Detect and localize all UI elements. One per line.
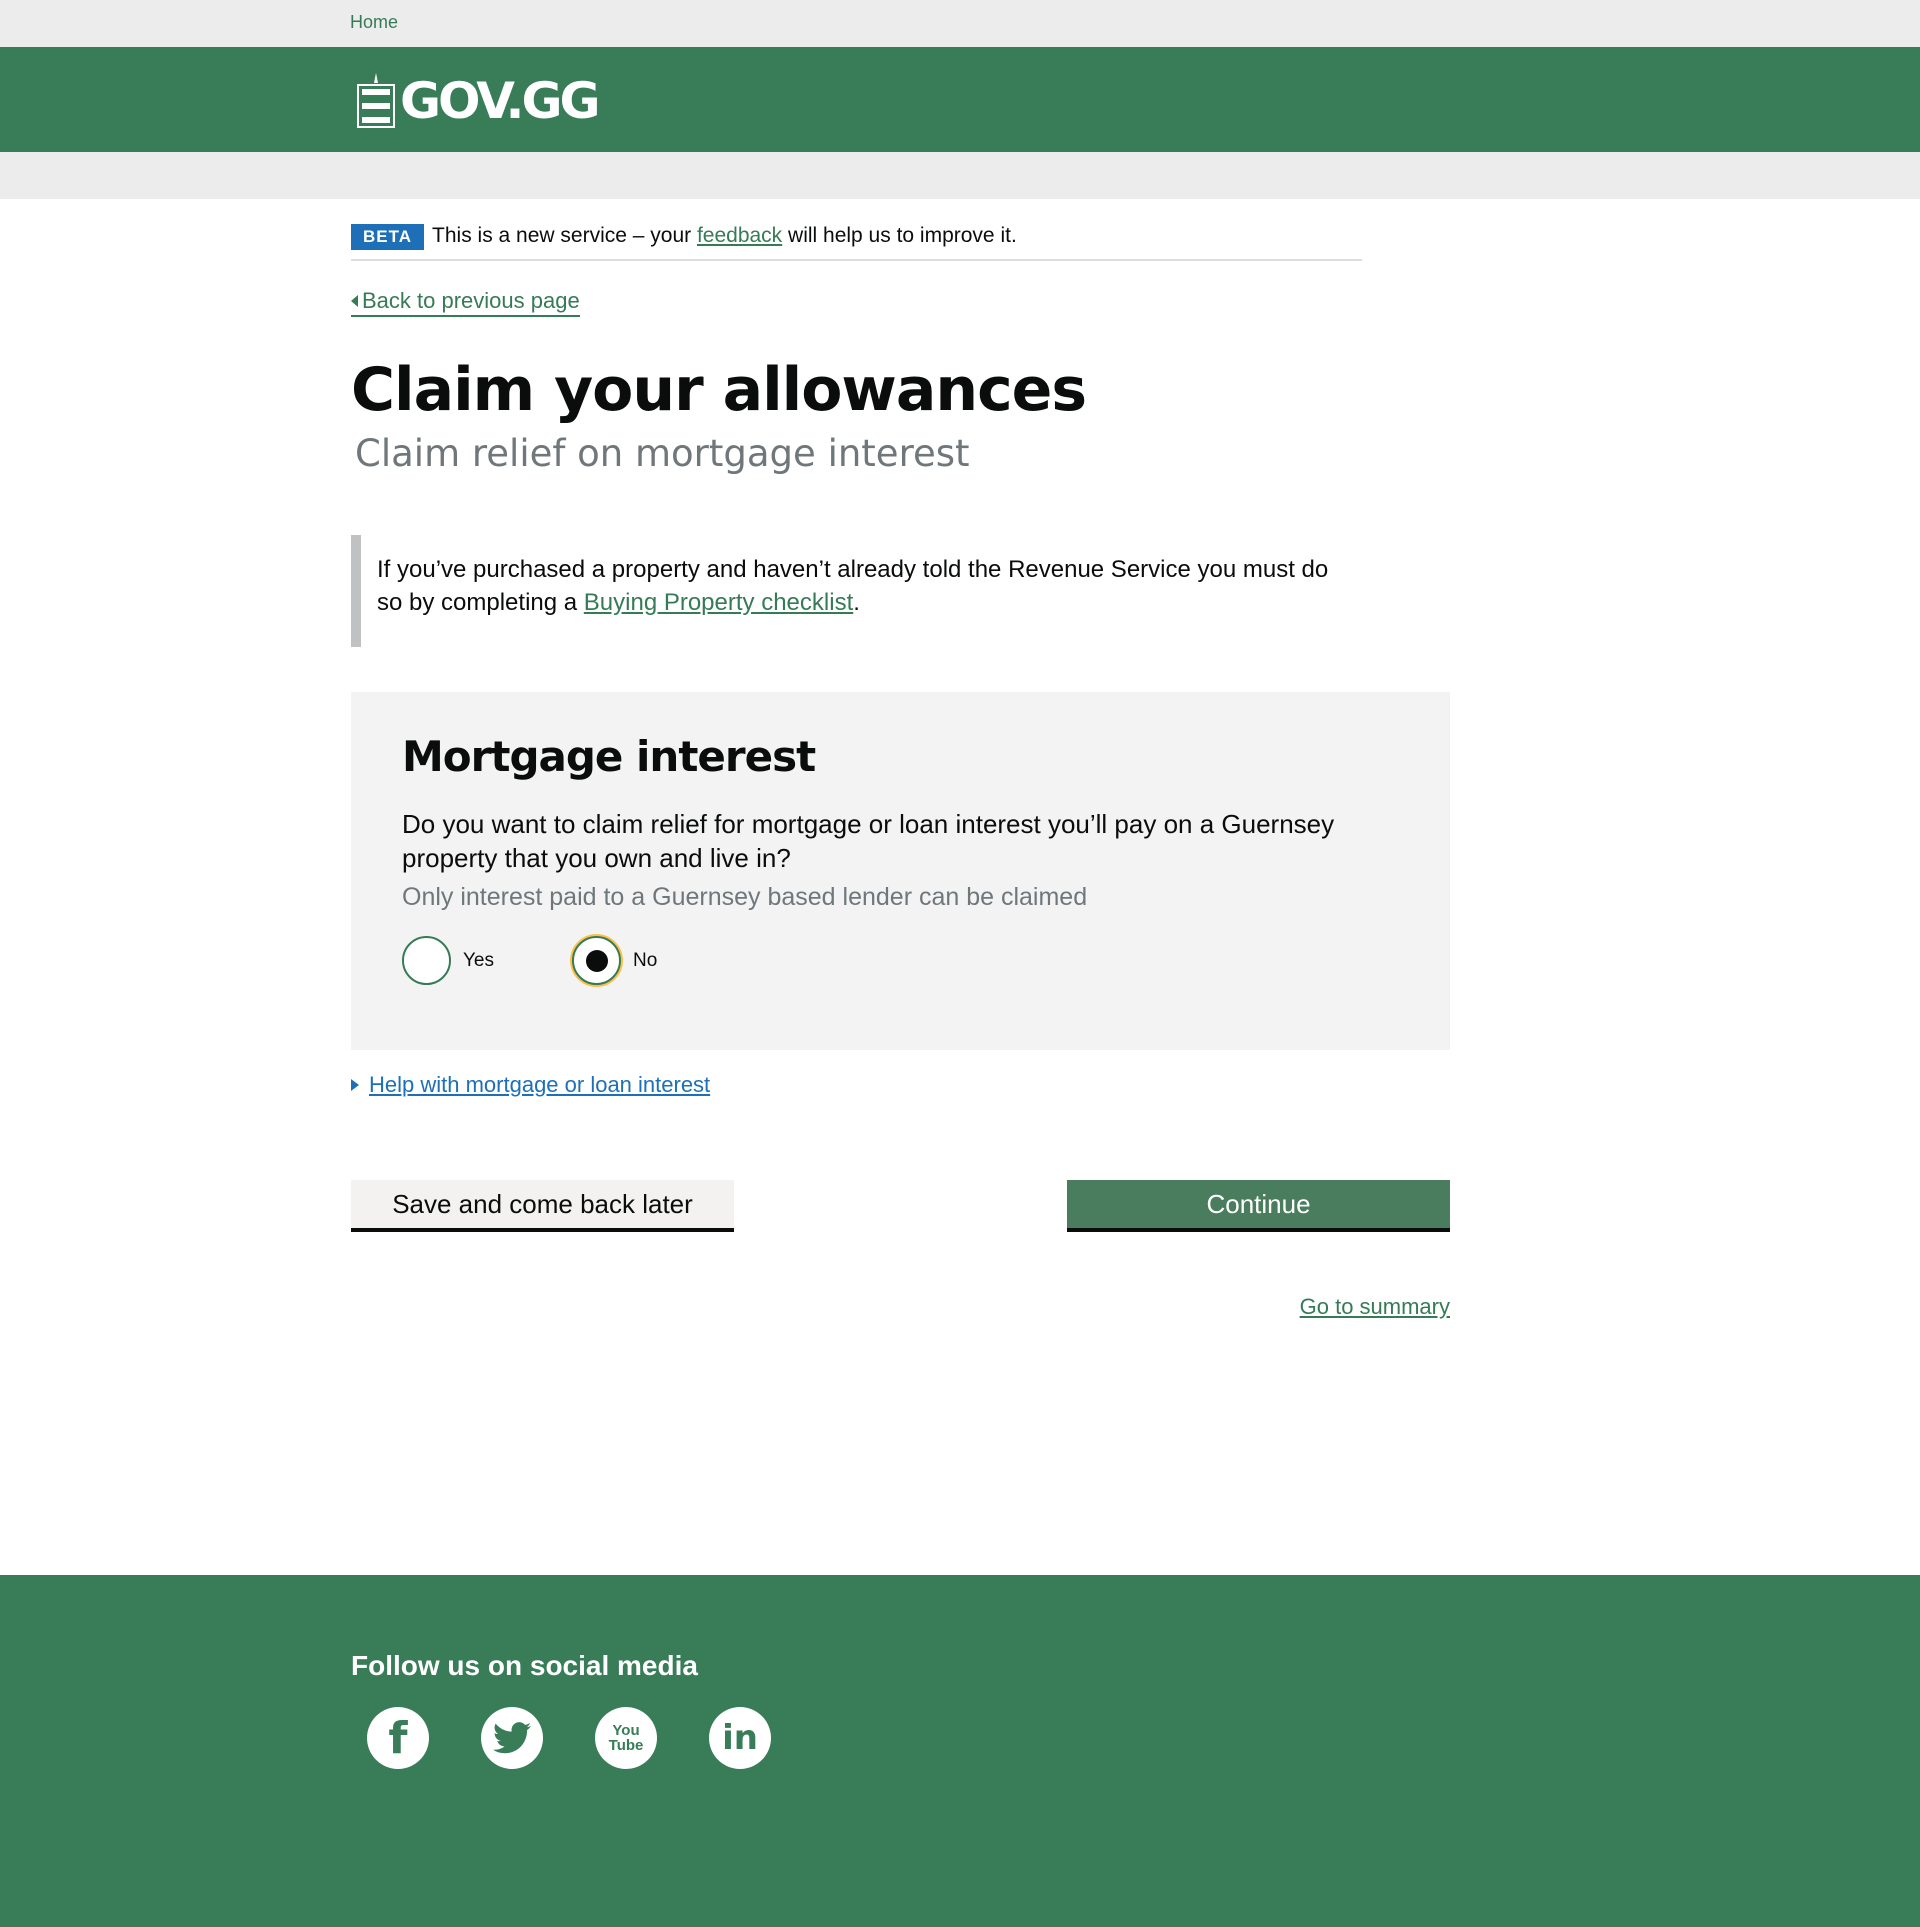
- beta-tag: BETA: [351, 224, 425, 250]
- beta-text-end: will help us to improve it.: [782, 224, 1017, 247]
- question-text: Do you want to claim relief for mortgage…: [402, 809, 1335, 873]
- beta-message: This is a new service – your feedback wi…: [432, 224, 1017, 248]
- top-bar: Home: [0, 0, 1920, 47]
- buying-property-checklist-link[interactable]: Buying Property checklist: [584, 589, 853, 616]
- twitter-bird: [493, 1722, 531, 1754]
- gov-gg-logo[interactable]: GOV.GG: [356, 72, 601, 130]
- logo-text: GOV.GG: [400, 72, 601, 130]
- beta-text: This is a new service – your: [432, 224, 697, 247]
- inset-text: If you’ve purchased a property and haven…: [351, 535, 1351, 647]
- page-subtitle: Claim relief on mortgage interest: [355, 432, 970, 475]
- back-link-label: Back to previous page: [362, 288, 580, 313]
- twitter-icon[interactable]: 🐦: [481, 1707, 543, 1769]
- facebook-icon[interactable]: f: [367, 1707, 429, 1769]
- linkedin-glyph: in: [722, 1718, 758, 1758]
- youtube-icon[interactable]: You Tube: [595, 1707, 657, 1769]
- breadcrumb-home[interactable]: Home: [350, 12, 398, 33]
- phase-banner: BETA This is a new service – your feedba…: [351, 224, 1362, 261]
- footer: Follow us on social media f 🐦 You Tube i…: [0, 1575, 1920, 1927]
- disclosure-triangle-icon: [351, 1079, 359, 1091]
- question-panel: Mortgage interest Do you want to claim r…: [351, 692, 1450, 1050]
- go-to-summary-link[interactable]: Go to summary: [1300, 1294, 1450, 1320]
- social-links: f 🐦 You Tube in: [367, 1707, 771, 1769]
- back-arrow-icon: [351, 295, 358, 307]
- radio-group: Yes No: [402, 936, 1399, 985]
- guernsey-crest-icon: [357, 73, 395, 128]
- radio-yes[interactable]: Yes: [402, 936, 494, 985]
- help-details[interactable]: Help with mortgage or loan interest: [351, 1072, 710, 1098]
- panel-heading: Mortgage interest: [402, 732, 816, 781]
- hint-text: Only interest paid to a Guernsey based l…: [402, 883, 1088, 911]
- radio-button-selected[interactable]: [572, 936, 621, 985]
- save-button[interactable]: Save and come back later: [351, 1180, 734, 1232]
- continue-button[interactable]: Continue: [1067, 1180, 1450, 1232]
- radio-no[interactable]: No: [572, 936, 657, 985]
- radio-button[interactable]: [402, 936, 451, 985]
- follow-heading: Follow us on social media: [351, 1650, 698, 1681]
- feedback-link[interactable]: feedback: [697, 224, 782, 247]
- radio-label: No: [633, 949, 658, 971]
- inset-end: .: [853, 589, 860, 616]
- youtube-glyph: You Tube: [608, 1722, 644, 1754]
- back-link[interactable]: Back to previous page: [351, 288, 580, 317]
- help-link[interactable]: Help with mortgage or loan interest: [369, 1072, 710, 1098]
- facebook-glyph: f: [388, 1712, 408, 1764]
- page-title: Claim your allowances: [351, 355, 1087, 425]
- header-band: [0, 152, 1920, 199]
- site-header: [0, 47, 1920, 152]
- linkedin-icon[interactable]: in: [709, 1707, 771, 1769]
- radio-label: Yes: [463, 949, 494, 971]
